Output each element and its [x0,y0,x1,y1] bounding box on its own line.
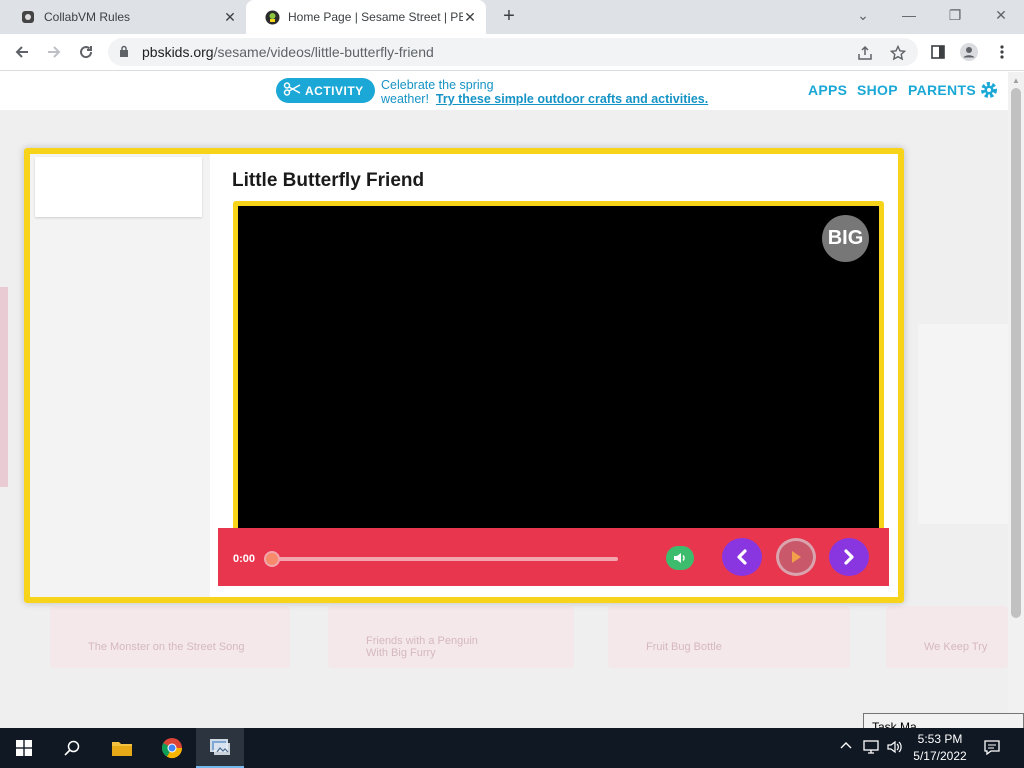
scroll-up-arrow-icon[interactable]: ▲ [1012,76,1020,85]
chrome-taskbar-button[interactable] [148,728,196,768]
url-path: /sesame/videos/little-butterfly-friend [213,44,434,60]
network-icon[interactable] [862,739,880,758]
show-hidden-icons-chevron-icon[interactable] [840,740,852,754]
background-thumb-left [0,287,8,487]
browser-tab-strip: CollabVM Rules ✕ Home Page | Sesame Stre… [0,0,1024,34]
speaker-icon [674,553,685,563]
notifications-icon[interactable] [983,739,1001,758]
search-icon [64,740,80,756]
video-screen[interactable]: BIG [238,206,879,529]
address-bar[interactable]: pbskids.org/sesame/videos/little-butterf… [108,38,918,66]
fullscreen-big-button[interactable]: BIG [822,215,869,262]
play-button[interactable] [776,538,816,576]
restore-button[interactable]: ❐ [940,4,970,26]
nav-apps-link[interactable]: APPS [808,82,847,98]
background-card [886,606,1008,668]
minimize-button[interactable]: — [894,4,924,26]
chrome-menu-icon[interactable] [992,42,1012,62]
progress-knob[interactable] [264,551,280,567]
tab-sesame-street[interactable]: Home Page | Sesame Street | PBS ✕ [246,0,486,34]
new-tab-button[interactable]: + [498,6,520,28]
share-icon[interactable] [856,44,874,62]
bookmark-star-icon[interactable] [889,44,907,62]
promo-text: Celebrate the spring weather! Try these … [381,78,708,106]
lock-icon[interactable] [119,45,129,63]
forward-arrow-icon[interactable] [42,40,66,64]
progress-track[interactable] [270,557,618,561]
scrollbar-thumb[interactable] [1011,88,1021,618]
promo-line-1: Celebrate the spring [381,78,494,92]
chrome-icon [161,738,183,759]
profile-avatar-icon[interactable] [959,42,979,62]
background-card-label: Friends with a Penguin With Big Furry [366,635,478,659]
next-video-button[interactable] [829,538,869,576]
activity-badge[interactable]: ACTIVITY [276,78,375,103]
back-arrow-icon[interactable] [10,40,34,64]
play-icon [792,551,801,563]
pbs-favicon-icon [264,9,280,25]
player-controls-bar: 0:00 [218,528,889,586]
browser-toolbar: pbskids.org/sesame/videos/little-butterf… [0,34,1024,71]
chevron-left-icon [737,549,747,565]
remote-app-taskbar-button[interactable] [196,728,244,768]
chevron-right-icon [844,549,854,565]
tab-title: CollabVM Rules [44,10,131,24]
collabvm-favicon-icon [20,9,36,25]
clock-time: 5:53 PM [917,732,963,746]
remote-desktop-icon [210,739,230,755]
search-button[interactable] [48,728,96,768]
background-illustration [918,324,1008,524]
volume-icon[interactable] [886,739,904,758]
tab-title: Home Page | Sesame Street | PBS [288,10,463,24]
player-side-panel [30,154,210,597]
folder-icon [112,742,132,756]
file-explorer-button[interactable] [98,728,146,768]
previous-video-button[interactable] [722,538,762,576]
promo-link[interactable]: Try these simple outdoor crafts and acti… [436,92,708,106]
tab-close-icon[interactable]: ✕ [462,9,478,25]
settings-gear-icon[interactable] [979,80,999,105]
activity-label: ACTIVITY [305,83,364,98]
windows-taskbar: 5:53 PM 5/17/2022 [0,728,1024,768]
reload-icon[interactable] [74,40,98,64]
tab-collabvm-rules[interactable]: CollabVM Rules ✕ [2,0,246,34]
close-window-button[interactable]: ✕ [986,4,1016,26]
tab-close-icon[interactable]: ✕ [222,9,238,25]
windows-logo-icon [16,740,32,756]
video-title: Little Butterfly Friend [232,170,425,191]
background-card [608,606,850,668]
nav-parents-link[interactable]: PARENTS [908,82,976,98]
start-button[interactable] [0,728,48,768]
volume-button[interactable] [666,546,694,570]
tab-search-chevron-icon[interactable]: ⌄ [848,4,878,26]
video-player-modal: Little Butterfly Friend BIG 0:00 [24,148,904,603]
current-time: 0:00 [233,553,256,565]
nav-shop-link[interactable]: SHOP [857,82,898,98]
background-card-label: Fruit Bug Bottle [646,641,722,653]
url-host: pbskids.org [142,44,214,60]
background-card-label: The Monster on the Street Song [88,641,245,653]
page-scrollbar[interactable]: ▲ [1008,72,1024,728]
clock-date: 5/17/2022 [913,749,967,763]
promo-line-2: weather! [381,92,429,106]
system-clock[interactable]: 5:53 PM 5/17/2022 [906,731,974,765]
side-panel-icon[interactable] [928,42,948,62]
background-card-label: We Keep Try [924,641,988,653]
page-content: ACTIVITY Celebrate the spring weather! T… [0,72,1008,728]
url-text: pbskids.org/sesame/videos/little-butterf… [142,44,434,60]
scissors-icon [283,82,301,99]
side-panel-tile[interactable] [35,157,202,217]
background-card [50,606,290,668]
site-header: ACTIVITY Celebrate the spring weather! T… [0,72,1008,110]
video-frame: BIG [233,201,884,534]
